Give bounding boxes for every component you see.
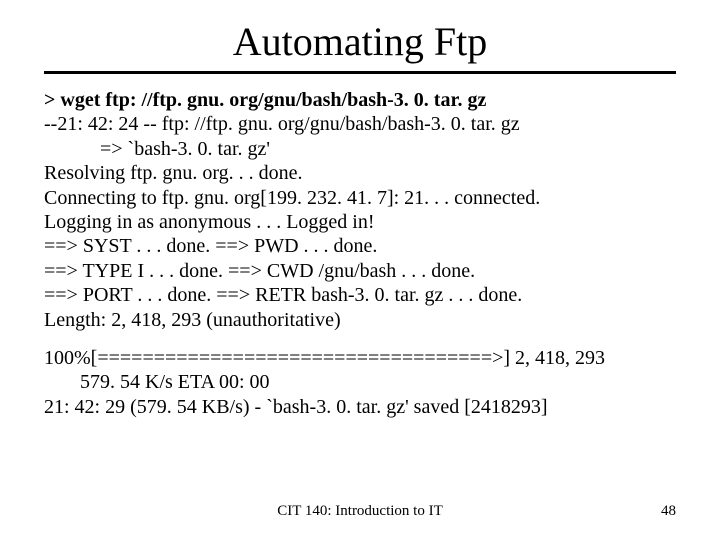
output-line: ==> PORT . . . done. ==> RETR bash-3. 0.… [44,283,676,307]
slide-title: Automating Ftp [44,18,676,65]
final-line: 21: 42: 29 (579. 54 KB/s) - `bash-3. 0. … [44,395,676,419]
output-line: => `bash-3. 0. tar. gz' [44,137,676,161]
output-line: Resolving ftp. gnu. org. . . done. [44,161,676,185]
slide-footer: CIT 140: Introduction to IT 48 [0,503,720,520]
command-line: > wget ftp: //ftp. gnu. org/gnu/bash/bas… [44,88,676,112]
footer-course: CIT 140: Introduction to IT [0,503,720,520]
output-line: ==> TYPE I . . . done. ==> CWD /gnu/bash… [44,259,676,283]
footer-page-number: 48 [661,503,676,520]
progress-block: 100%[===================================… [44,346,676,395]
output-line: Connecting to ftp. gnu. org[199. 232. 41… [44,186,676,210]
slide: Automating Ftp > wget ftp: //ftp. gnu. o… [0,0,720,540]
slide-body: > wget ftp: //ftp. gnu. org/gnu/bash/bas… [44,88,676,419]
progress-line: 579. 54 K/s ETA 00: 00 [44,370,676,394]
output-line: ==> SYST . . . done. ==> PWD . . . done. [44,234,676,258]
output-line: Logging in as anonymous . . . Logged in! [44,210,676,234]
title-rule [44,71,676,74]
output-line: --21: 42: 24 -- ftp: //ftp. gnu. org/gnu… [44,112,676,136]
progress-line: 100%[===================================… [44,346,676,370]
output-line: Length: 2, 418, 293 (unauthoritative) [44,308,676,332]
